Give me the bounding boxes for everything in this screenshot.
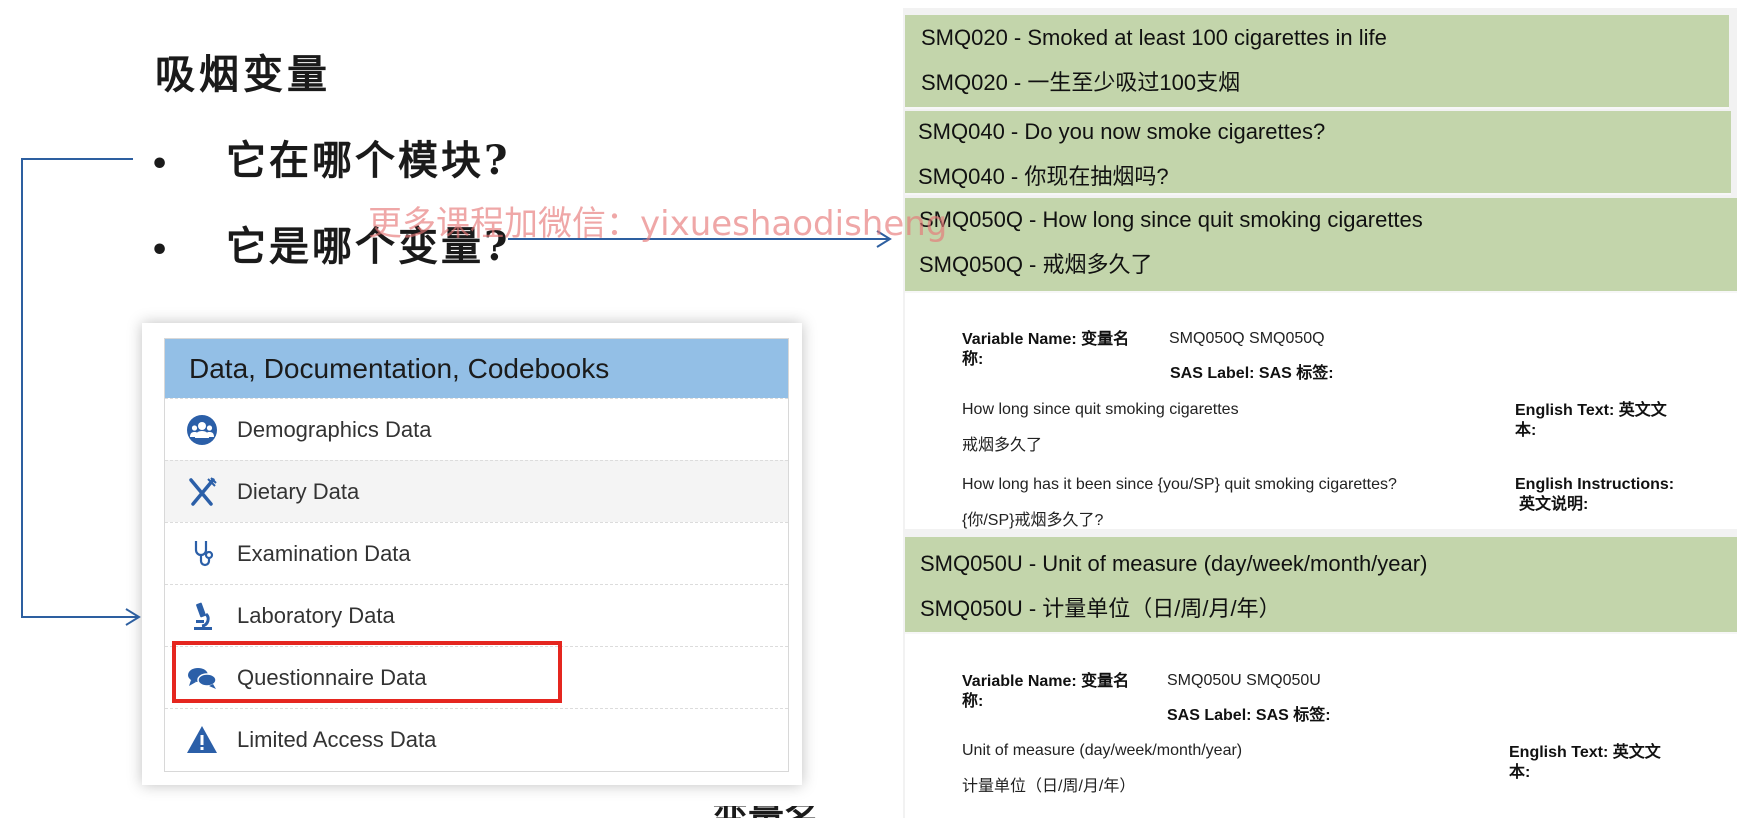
module-arrow <box>21 158 138 618</box>
connector-arrows <box>21 158 892 626</box>
watermark: 更多课程加微信：yixueshaodisheng <box>368 204 948 244</box>
